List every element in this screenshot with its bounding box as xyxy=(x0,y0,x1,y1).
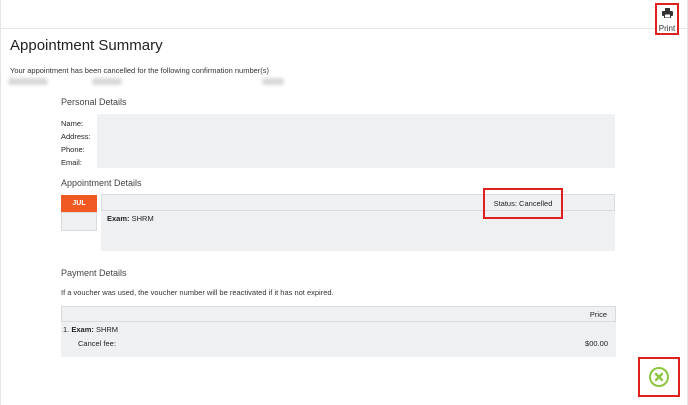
exam-label: Exam: xyxy=(107,214,130,223)
price-column-header: Price xyxy=(589,310,607,319)
item-number: 1. xyxy=(63,325,70,334)
email-label: Email: xyxy=(61,158,82,167)
print-button[interactable]: Print xyxy=(655,3,679,35)
date-panel xyxy=(61,212,97,231)
redacted-confirmation-number xyxy=(262,78,284,85)
status-text: Status: Cancelled xyxy=(493,199,553,208)
exam-value: SHRM xyxy=(131,214,154,223)
payment-table-header: Price xyxy=(61,306,616,322)
item-exam-label: Exam: xyxy=(71,325,94,334)
phone-label: Phone: xyxy=(61,145,85,154)
redacted-confirmation-number xyxy=(92,78,122,85)
payment-table-body: 1. Exam: SHRM Cancel fee: $00.00 xyxy=(61,322,616,357)
redacted-confirmation-number xyxy=(8,78,48,85)
close-icon xyxy=(649,367,669,387)
cancel-fee-label: Cancel fee: xyxy=(78,339,116,348)
personal-details-heading: Personal Details xyxy=(61,97,127,107)
name-label: Name: xyxy=(61,119,84,128)
item-exam-value: SHRM xyxy=(95,325,119,334)
top-bar xyxy=(0,0,688,29)
cancel-fee-amount: $00.00 xyxy=(585,339,608,348)
personal-details-panel xyxy=(97,114,615,168)
payment-details-heading: Payment Details xyxy=(61,268,127,278)
appointment-exam: Exam: SHRM xyxy=(107,214,154,223)
status-badge: Status: Cancelled xyxy=(483,188,563,219)
printer-icon xyxy=(661,5,673,23)
close-button[interactable] xyxy=(638,357,680,397)
print-label: Print xyxy=(658,24,676,33)
month-badge: JUL xyxy=(61,195,97,212)
address-label: Address: xyxy=(61,132,91,141)
personal-labels: Name: Address: Phone: Email: xyxy=(61,117,91,169)
payment-item: 1. Exam: SHRM xyxy=(63,325,118,334)
voucher-note: If a voucher was used, the voucher numbe… xyxy=(61,288,334,297)
appointment-details-heading: Appointment Details xyxy=(61,178,142,188)
page-title: Appointment Summary xyxy=(10,37,163,54)
cancel-message: Your appointment has been cancelled for … xyxy=(10,66,270,75)
